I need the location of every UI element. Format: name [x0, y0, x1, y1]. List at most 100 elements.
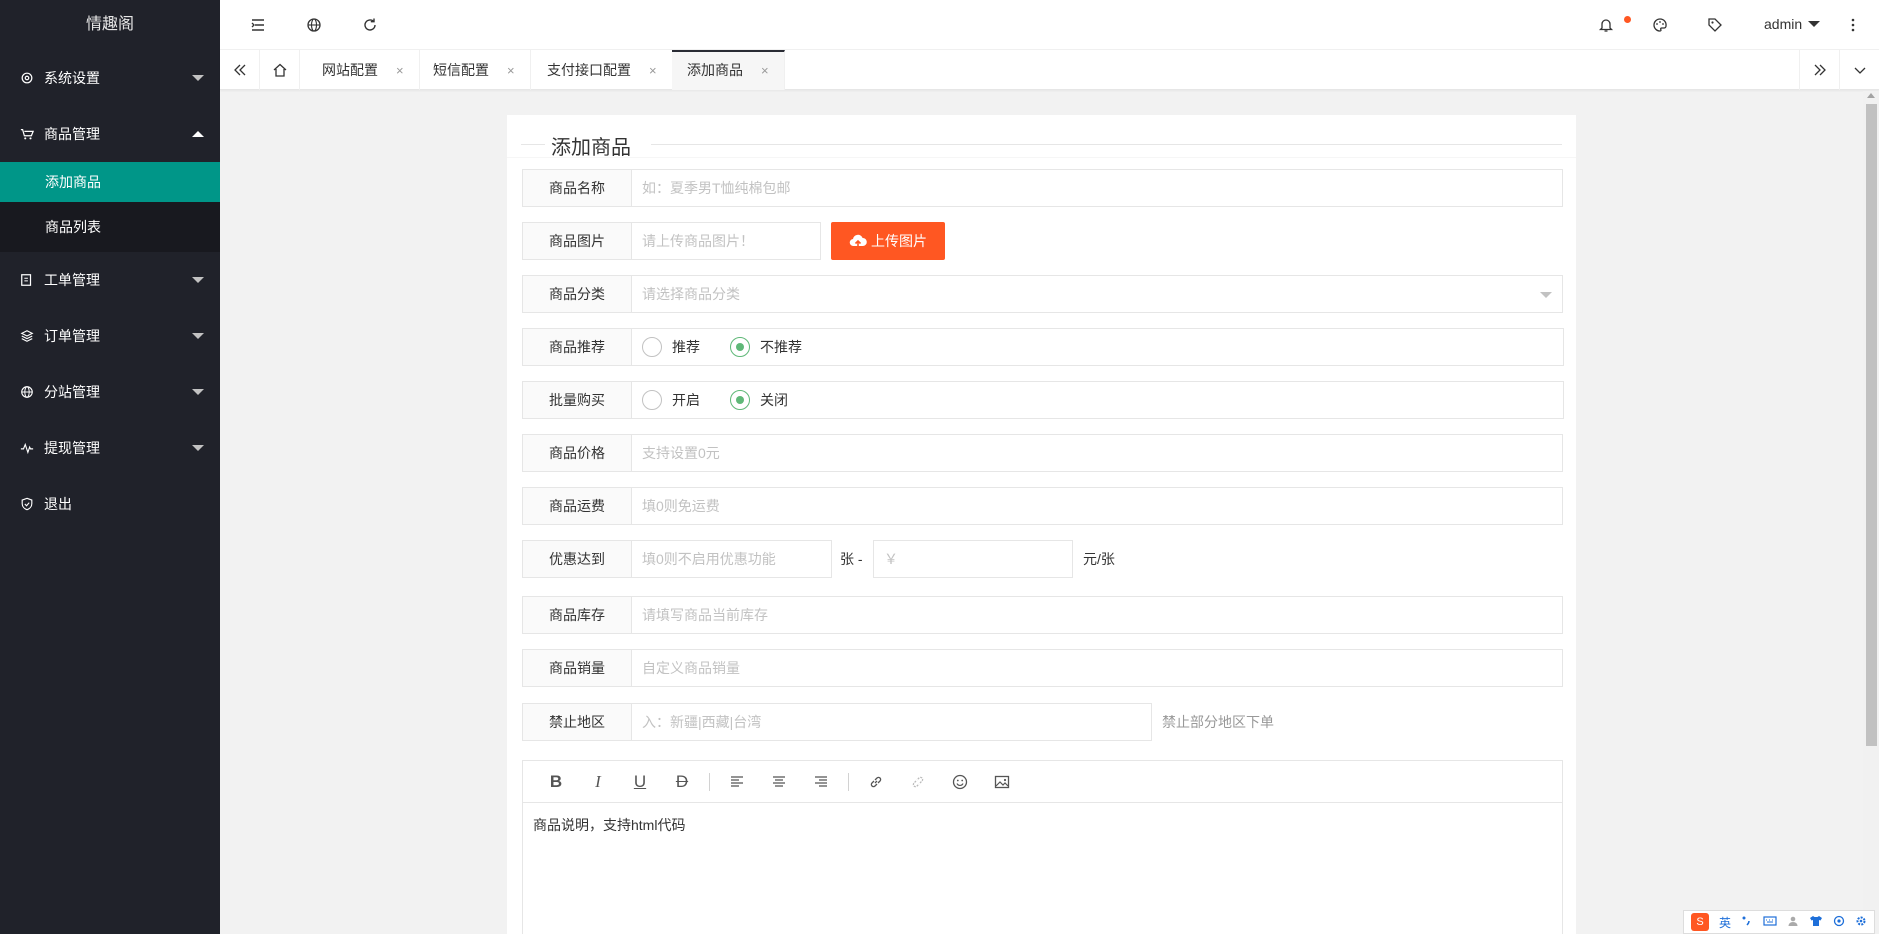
ime-keyboard-icon[interactable] — [1763, 915, 1777, 930]
sales-input[interactable]: 自定义商品销量 — [632, 649, 1563, 687]
recommend-radio-yes[interactable]: 推荐 — [642, 337, 700, 357]
form-row-discount: 优惠达到 填0则不启用优惠功能 张 - ￥ 元/张 — [522, 540, 1563, 578]
form-legend: 添加商品 — [521, 123, 1562, 159]
ime-skin-icon[interactable] — [1809, 915, 1823, 930]
tabs-scroll-right-icon[interactable] — [1799, 50, 1839, 90]
tag-icon[interactable] — [1706, 16, 1724, 34]
emoji-icon[interactable] — [939, 761, 981, 803]
upload-image-button[interactable]: 上传图片 — [831, 222, 945, 260]
unlink-icon[interactable] — [897, 761, 939, 803]
top-header: admin — [220, 0, 1879, 50]
name-input[interactable]: 如：夏季男T恤纯棉包邮 — [632, 169, 1563, 207]
sidebar-item-orders[interactable]: 订单管理 — [0, 308, 220, 364]
more-vertical-icon[interactable] — [1844, 16, 1862, 34]
tab-bar: 网站配置 × 短信配置 × 支付接口配置 × 添加商品 × — [220, 50, 1879, 90]
image-url-input[interactable]: 请上传商品图片！ — [632, 222, 821, 260]
strikethrough-button[interactable]: D — [661, 761, 703, 803]
bold-button[interactable]: B — [535, 761, 577, 803]
form-row-bulk: 批量购买 开启 关闭 — [522, 381, 1564, 419]
form-row-category: 商品分类 请选择商品分类 — [522, 275, 1563, 313]
radio-circle[interactable] — [642, 390, 662, 410]
home-icon[interactable] — [260, 50, 300, 90]
sidebar-item-system-settings[interactable]: 系统设置 — [0, 50, 220, 106]
ime-punct-icon[interactable] — [1741, 915, 1753, 930]
align-right-icon[interactable] — [800, 761, 842, 803]
ime-settings-icon[interactable] — [1855, 915, 1867, 930]
close-icon[interactable]: × — [761, 52, 769, 89]
bell-icon[interactable] — [1597, 16, 1615, 34]
theme-icon[interactable] — [1651, 16, 1669, 34]
sidebar-item-logout[interactable]: 退出 — [0, 476, 220, 532]
gear-icon — [20, 71, 34, 85]
sidebar-item-substations[interactable]: 分站管理 — [0, 364, 220, 420]
toolbar-divider — [848, 772, 849, 791]
user-menu[interactable]: admin — [1764, 16, 1821, 32]
scrollbar-thumb[interactable] — [1866, 104, 1877, 746]
tab-payment-config[interactable]: 支付接口配置 × — [532, 50, 673, 90]
tabs-menu-chevron-icon[interactable] — [1839, 50, 1879, 90]
form-row-name: 商品名称 如：夏季男T恤纯棉包邮 — [522, 169, 1563, 207]
stock-label: 商品库存 — [522, 596, 632, 634]
close-icon[interactable]: × — [649, 51, 657, 91]
form-row-sales: 商品销量 自定义商品销量 — [522, 649, 1563, 687]
sidebar-item-label: 商品管理 — [44, 126, 100, 142]
bulk-radio-on[interactable]: 开启 — [642, 390, 700, 410]
radio-circle-checked[interactable] — [730, 337, 750, 357]
category-placeholder: 请选择商品分类 — [642, 286, 740, 302]
layers-icon — [20, 329, 34, 343]
ime-logo-icon[interactable]: S — [1690, 913, 1709, 931]
discount-price-input[interactable]: ￥ — [873, 540, 1073, 578]
scroll-up-arrow[interactable] — [1867, 93, 1875, 98]
ime-toolbar: S 英 — [1683, 910, 1875, 934]
underline-button[interactable]: U — [619, 761, 661, 803]
tab-sms-config[interactable]: 短信配置 × — [418, 50, 531, 90]
user-name: admin — [1764, 16, 1803, 32]
align-left-icon[interactable] — [716, 761, 758, 803]
recommend-radio-no[interactable]: 不推荐 — [730, 337, 802, 357]
bulk-radio-off[interactable]: 关闭 — [730, 390, 788, 410]
shield-icon — [20, 497, 34, 511]
tab-site-config[interactable]: 网站配置 × — [307, 50, 420, 90]
image-icon[interactable] — [981, 761, 1023, 803]
italic-button[interactable]: I — [577, 761, 619, 803]
chevron-down-icon — [192, 277, 204, 283]
sidebar-sub-product-list[interactable]: 商品列表 — [0, 202, 220, 252]
sidebar-item-withdraw[interactable]: 提现管理 — [0, 420, 220, 476]
sidebar-item-label: 退出 — [44, 496, 72, 512]
app-logo[interactable]: 情趣阁 — [0, 0, 220, 50]
radio-circle-checked[interactable] — [730, 390, 750, 410]
align-center-icon[interactable] — [758, 761, 800, 803]
category-select[interactable]: 请选择商品分类 — [632, 275, 1563, 313]
region-label: 禁止地区 — [522, 703, 632, 741]
tab-label: 支付接口配置 — [547, 62, 631, 78]
region-input[interactable]: 入：新疆|西藏|台湾 — [632, 703, 1152, 741]
close-icon[interactable]: × — [396, 51, 404, 91]
stock-input[interactable]: 请填写商品当前库存 — [632, 596, 1563, 634]
menu-toggle-icon[interactable] — [249, 16, 267, 34]
tabs-scroll-left-icon[interactable] — [220, 50, 260, 90]
price-input[interactable]: 支持设置0元 — [632, 434, 1563, 472]
sidebar-item-products[interactable]: 商品管理 — [0, 106, 220, 162]
ime-tools-icon[interactable] — [1833, 915, 1845, 930]
tab-label: 添加商品 — [687, 62, 743, 78]
discount-quantity-input[interactable]: 填0则不启用优惠功能 — [632, 540, 832, 578]
refresh-icon[interactable] — [361, 16, 379, 34]
ime-user-icon[interactable] — [1787, 915, 1799, 930]
radio-label: 推荐 — [672, 339, 700, 355]
form-row-shipping: 商品运费 填0则免运费 — [522, 487, 1563, 525]
close-icon[interactable]: × — [507, 51, 515, 91]
sidebar-item-tickets[interactable]: 工单管理 — [0, 252, 220, 308]
tab-label: 网站配置 — [322, 62, 378, 78]
form-row-image: 商品图片 请上传商品图片！ 上传图片 — [522, 222, 1563, 260]
website-icon[interactable] — [305, 16, 323, 34]
sidebar-sub-add-product[interactable]: 添加商品 — [0, 162, 220, 202]
shipping-input[interactable]: 填0则免运费 — [632, 487, 1563, 525]
radio-circle[interactable] — [642, 337, 662, 357]
editor-content[interactable]: 商品说明，支持html代码 — [523, 803, 1562, 847]
link-icon[interactable] — [855, 761, 897, 803]
discount-label: 优惠达到 — [522, 540, 632, 578]
editor-toolbar: B I U D — [523, 761, 1562, 803]
ime-lang-toggle[interactable]: 英 — [1719, 914, 1731, 931]
chevron-down-icon — [192, 333, 204, 339]
tab-add-product[interactable]: 添加商品 × — [672, 50, 785, 90]
